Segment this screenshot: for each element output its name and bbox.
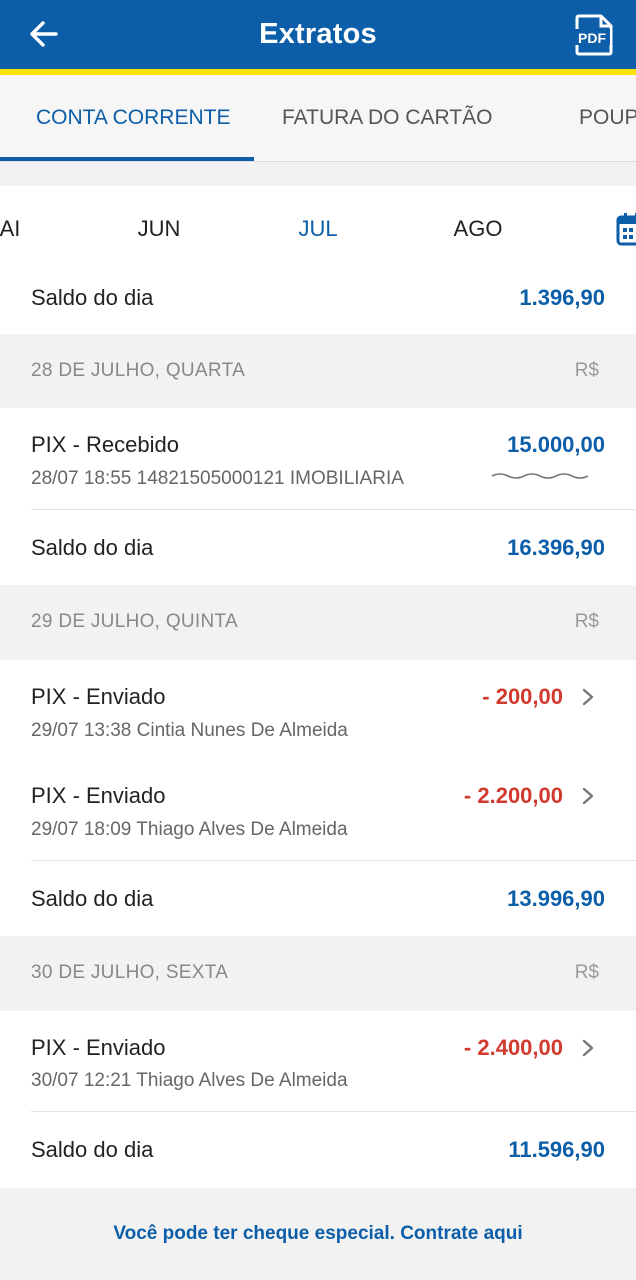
daily-balance-value: 16.396,90: [507, 535, 605, 560]
transaction-detail: 29/07 13:38 Cintia Nunes De Almeida: [31, 720, 348, 741]
transaction-detail: 29/07 18:09 Thiago Alves De Almeida: [31, 819, 348, 840]
overdraft-banner: Você pode ter cheque especial. Contrate …: [0, 1188, 636, 1280]
transaction-row[interactable]: PIX - Enviado 29/07 18:09 Thiago Alves D…: [0, 760, 636, 861]
transaction-detail: 30/07 12:21 Thiago Alves De Almeida: [31, 1070, 348, 1091]
day-header: 29 DE JULHO, QUINTA R$: [0, 585, 636, 659]
chevron-right-icon: [582, 688, 594, 706]
pdf-icon-text: PDF: [578, 30, 606, 46]
transaction-amount: - 200,00: [482, 684, 563, 709]
currency-label: R$: [574, 360, 599, 381]
currency-label: R$: [574, 962, 599, 983]
transaction-row[interactable]: PIX - Enviado 30/07 12:21 Thiago Alves D…: [0, 1011, 636, 1112]
daily-balance-row: Saldo do dia 13.996,90: [0, 861, 636, 937]
transaction-title: PIX - Recebido: [31, 432, 179, 457]
transaction-title: PIX - Enviado: [31, 783, 166, 808]
daily-balance-row: Saldo do dia 11.596,90: [0, 1112, 636, 1188]
daily-balance-label: Saldo do dia: [31, 1137, 154, 1162]
transaction-row[interactable]: PIX - Enviado 29/07 13:38 Cintia Nunes D…: [0, 660, 636, 760]
daily-balance-label: Saldo do dia: [31, 535, 154, 560]
day-header: 28 DE JULHO, QUARTA R$: [0, 334, 636, 408]
transaction-row[interactable]: PIX - Recebido 28/07 18:55 1482150500012…: [0, 408, 636, 510]
day-header-date: 29 DE JULHO, QUINTA: [31, 611, 238, 632]
daily-balance-label: Saldo do dia: [31, 886, 154, 911]
active-tab-indicator: [0, 157, 254, 161]
pdf-file-icon: PDF: [574, 14, 613, 56]
daily-balance-row: Saldo do dia 16.396,90: [0, 510, 636, 586]
calendar-icon: [616, 213, 636, 246]
tab-fatura-do-cartao[interactable]: FATURA DO CARTÃO: [282, 75, 492, 161]
daily-balance-row: Saldo do dia 1.396,90: [0, 260, 636, 336]
arrow-left-icon: [30, 21, 58, 47]
pdf-download-button[interactable]: PDF: [574, 14, 614, 56]
transaction-title: PIX - Enviado: [31, 684, 166, 709]
transaction-amount: 15.000,00: [507, 432, 605, 457]
page-title: Extratos: [259, 18, 377, 50]
back-button[interactable]: [26, 16, 62, 52]
daily-balance-value: 11.596,90: [508, 1137, 605, 1162]
chevron-right-icon: [582, 1039, 594, 1057]
daily-balance-label: Saldo do dia: [31, 285, 154, 310]
transaction-detail: 28/07 18:55 14821505000121 IMOBILIARIA: [31, 468, 404, 489]
currency-label: R$: [574, 611, 599, 632]
chevron-right-icon: [582, 787, 594, 805]
transaction-amount: - 2.400,00: [463, 1035, 563, 1060]
day-header-date: 28 DE JULHO, QUARTA: [31, 360, 246, 381]
statement-tabs: CONTA CORRENTE FATURA DO CARTÃO POUPA: [0, 75, 636, 162]
scribble-mark: [491, 473, 589, 479]
overdraft-offer-link[interactable]: Você pode ter cheque especial. Contrate …: [113, 1223, 522, 1245]
app-header: Extratos PDF: [0, 0, 636, 69]
tab-conta-corrente[interactable]: CONTA CORRENTE: [36, 75, 230, 161]
day-header-date: 30 DE JULHO, SEXTA: [31, 962, 229, 983]
daily-balance-value: 1.396,90: [519, 285, 605, 310]
daily-balance-value: 13.996,90: [507, 886, 605, 911]
calendar-button[interactable]: [616, 212, 636, 246]
tab-poupanca[interactable]: POUPA: [579, 75, 636, 161]
transaction-amount: - 2.200,00: [463, 783, 563, 808]
transaction-title: PIX - Enviado: [31, 1035, 166, 1060]
day-header: 30 DE JULHO, SEXTA R$: [0, 936, 636, 1010]
